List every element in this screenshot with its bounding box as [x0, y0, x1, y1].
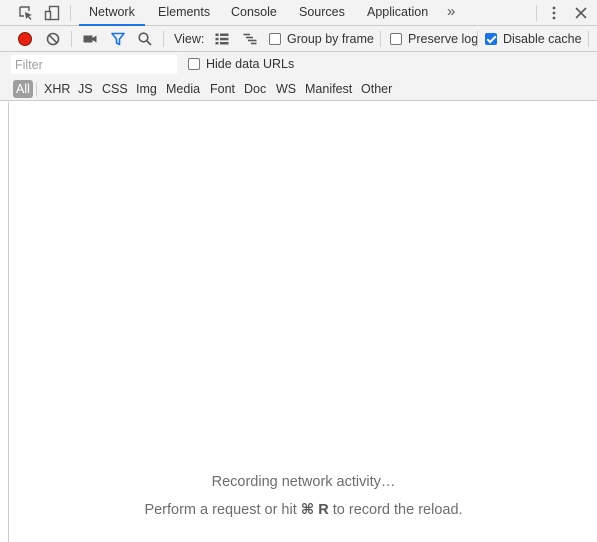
- hide-data-urls-label[interactable]: Hide data URLs: [206, 52, 294, 77]
- inspect-element-icon[interactable]: [16, 3, 36, 23]
- reload-hint-suffix: to record the reload.: [328, 502, 463, 518]
- type-filter-css[interactable]: CSS: [102, 80, 128, 98]
- kebab-menu-icon[interactable]: [544, 3, 564, 23]
- filter-bar: Hide data URLs: [0, 52, 597, 77]
- view-label: View:: [174, 32, 205, 46]
- network-log-area: Recording network activity… Perform a re…: [8, 102, 597, 542]
- search-icon[interactable]: [135, 29, 155, 49]
- type-filter-doc[interactable]: Doc: [244, 80, 266, 98]
- type-filter-font[interactable]: Font: [210, 80, 235, 98]
- type-filter-all[interactable]: All: [13, 80, 33, 98]
- recording-status-text: Recording network activity…: [211, 474, 396, 490]
- reload-hint-text: Perform a request or hit ⌘ R to record t…: [9, 502, 597, 518]
- type-filter-xhr[interactable]: XHR: [44, 80, 70, 98]
- tab-network[interactable]: Network: [79, 0, 145, 26]
- toolbar-separator: [477, 31, 478, 47]
- tab-sources[interactable]: Sources: [289, 0, 355, 26]
- more-tabs-button[interactable]: »: [447, 0, 455, 26]
- tab-separator: [536, 5, 537, 21]
- group-by-frame-checkbox[interactable]: [269, 33, 281, 45]
- device-toolbar-icon[interactable]: [42, 3, 62, 23]
- type-filter-manifest[interactable]: Manifest: [305, 80, 352, 98]
- preserve-log-checkbox[interactable]: [390, 33, 402, 45]
- type-filter-other[interactable]: Other: [361, 80, 392, 98]
- screenshot-camera-icon[interactable]: [80, 29, 100, 49]
- record-icon[interactable]: [15, 29, 35, 49]
- type-filter-media[interactable]: Media: [166, 80, 200, 98]
- network-toolbar: View: Group by frame Preserve log Disabl…: [0, 26, 597, 52]
- large-request-rows-icon[interactable]: [212, 29, 232, 49]
- disable-cache-checkbox[interactable]: [485, 33, 497, 45]
- type-separator: [36, 82, 37, 96]
- disable-cache-label[interactable]: Disable cache: [503, 26, 582, 52]
- reload-hint-prefix: Perform a request or hit: [144, 502, 301, 518]
- hide-data-urls-checkbox[interactable]: [188, 58, 200, 70]
- filter-input[interactable]: [11, 55, 177, 74]
- preserve-log-label[interactable]: Preserve log: [408, 26, 478, 52]
- overview-waterfall-icon[interactable]: [240, 29, 260, 49]
- type-filter-ws[interactable]: WS: [276, 80, 296, 98]
- close-icon[interactable]: [571, 3, 591, 23]
- resource-type-filter-bar: All XHR JS CSS Img Media Font Doc WS Man…: [0, 77, 597, 101]
- tab-application[interactable]: Application: [357, 0, 438, 26]
- tab-elements[interactable]: Elements: [148, 0, 220, 26]
- devtools-tab-bar: Network Elements Console Sources Applica…: [0, 0, 597, 26]
- tab-separator: [70, 5, 71, 21]
- clear-icon[interactable]: [43, 29, 63, 49]
- toolbar-separator: [163, 31, 164, 47]
- toolbar-separator: [588, 31, 589, 47]
- filter-funnel-icon[interactable]: [108, 29, 128, 49]
- group-by-frame-label[interactable]: Group by frame: [287, 26, 374, 52]
- type-filter-img[interactable]: Img: [136, 80, 157, 98]
- type-filter-js[interactable]: JS: [78, 80, 93, 98]
- tab-console[interactable]: Console: [221, 0, 287, 26]
- toolbar-separator: [71, 31, 72, 47]
- toolbar-separator: [380, 31, 381, 47]
- reload-shortcut: ⌘ R: [300, 502, 329, 518]
